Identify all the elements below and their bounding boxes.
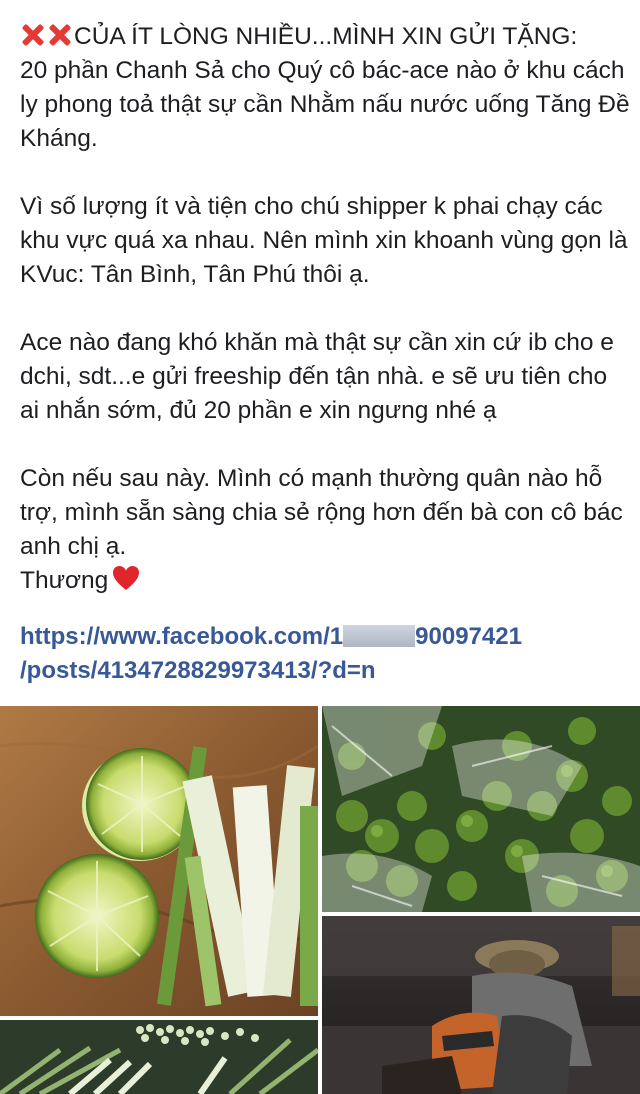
link-suffix: 90097421: [415, 623, 522, 650]
post-link[interactable]: https://www.facebook.com/1 90097421 /post…: [20, 620, 620, 688]
link-prefix: https://www.facebook.com/1: [20, 623, 344, 650]
post-intro: 20 phần Chanh Sả cho Quý cô bác-ace nào …: [20, 57, 630, 152]
cross-mark-icon: [47, 22, 73, 48]
post-paragraph-2: Vì số lượng ít và tiện cho chú shipper k…: [20, 193, 628, 288]
photo-person-resting[interactable]: [322, 916, 640, 1094]
red-heart-icon: [112, 565, 140, 601]
cross-mark-icon: [20, 22, 46, 48]
photo-bagged-limes[interactable]: [322, 706, 640, 912]
post-paragraph-3: Ace nào đang khó khăn mà thật sự cần xin…: [20, 329, 614, 424]
post-closing: Thương: [20, 564, 632, 601]
link-path: /posts/4134728829973413/?d=n: [20, 657, 376, 684]
post-paragraph-4: Còn nếu sau này. Mình có mạnh thường quâ…: [20, 465, 623, 560]
post-body: CỦA ÍT LÒNG NHIỀU...MÌNH XIN GỬI TẶNG: 2…: [20, 20, 632, 601]
redacted-id: [343, 625, 416, 647]
post-paragraph-1: CỦA ÍT LÒNG NHIỀU...MÌNH XIN GỬI TẶNG: 2…: [20, 20, 632, 156]
post-title-line: CỦA ÍT LÒNG NHIỀU...MÌNH XIN GỬI TẶNG:: [74, 23, 578, 50]
photo-lemongrass-bundle[interactable]: [0, 1020, 318, 1094]
photo-lime-lemongrass[interactable]: [0, 706, 318, 1016]
closing-text: Thương: [20, 567, 109, 594]
